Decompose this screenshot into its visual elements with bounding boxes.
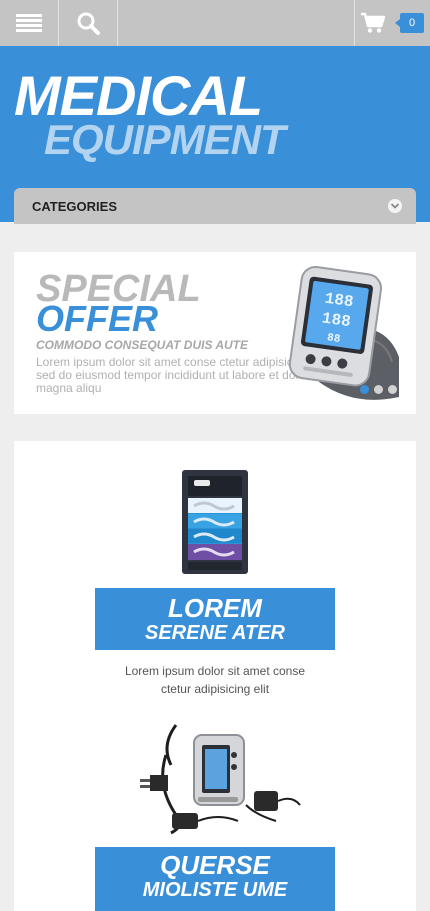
cart-count-badge[interactable]: 0 xyxy=(395,13,424,33)
featured-products-panel: LOREM SERENE ATER Lorem ipsum dolor sit … xyxy=(14,441,416,911)
product-banner[interactable]: LOREM SERENE ATER xyxy=(95,588,335,650)
blood-pressure-monitor-image: 188 188 88 xyxy=(288,266,399,400)
product-subtitle: SERENE ATER xyxy=(144,622,286,644)
product-title: QUERSE xyxy=(160,850,270,880)
slider-pagination xyxy=(360,385,397,394)
chevron-down-icon[interactable] xyxy=(388,199,402,213)
toolbar-divider xyxy=(117,0,118,46)
offer-subtitle: COMMODO CONSEQUAT DUIS AUTE xyxy=(36,338,248,352)
categories-dropdown[interactable]: CATEGORIES xyxy=(14,188,416,224)
search-button[interactable] xyxy=(59,0,117,46)
dental-product-box-image[interactable] xyxy=(180,468,250,576)
slider-dot-1[interactable] xyxy=(360,385,369,394)
svg-text:88: 88 xyxy=(326,332,341,346)
portable-monitor-kit-image[interactable] xyxy=(136,715,304,835)
product-description-line: Lorem ipsum dolor sit amet conse xyxy=(124,664,306,678)
product-subtitle: MIOLISTE UME xyxy=(142,879,288,901)
hamburger-menu-icon xyxy=(16,14,42,32)
offer-title-line2: OFFER xyxy=(36,298,158,339)
product-description: Lorem ipsum dolor sit amet conse ctetur … xyxy=(14,662,416,698)
slider-dot-3[interactable] xyxy=(388,385,397,394)
product-banner[interactable]: QUERSE MIOLISTE UME xyxy=(95,847,335,911)
search-icon xyxy=(77,12,100,35)
cart-button[interactable] xyxy=(355,0,391,46)
product-title: LOREM xyxy=(168,593,262,623)
special-offer-slider[interactable]: SPECIAL OFFER COMMODO CONSEQUAT DUIS AUT… xyxy=(14,252,416,414)
menu-button[interactable] xyxy=(0,0,58,46)
cart-icon xyxy=(361,12,386,33)
logo-subtitle[interactable]: EQUIPMENT xyxy=(44,118,286,162)
top-toolbar: 0 xyxy=(0,0,430,46)
categories-label: CATEGORIES xyxy=(32,199,117,214)
slider-dot-2[interactable] xyxy=(374,385,383,394)
product-description-line: ctetur adipisicing elit xyxy=(160,682,270,696)
